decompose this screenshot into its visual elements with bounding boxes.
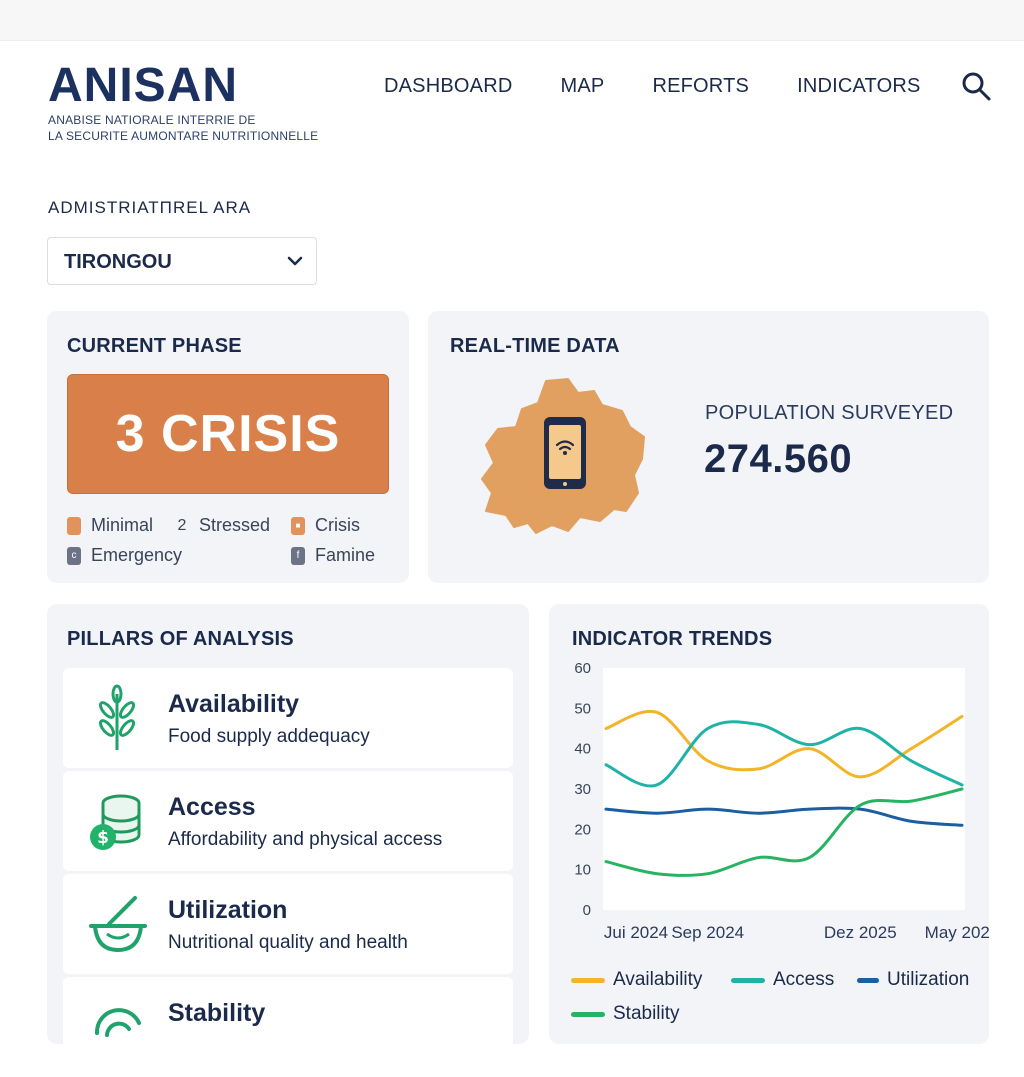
legend-access: Access xyxy=(731,969,834,991)
phase-indicator: 3 CRISIS xyxy=(67,374,389,494)
realtime-data-title: REAL-TIME DATA xyxy=(450,335,620,357)
bowl-icon xyxy=(89,896,147,953)
x-tick-label: Dez 2025 xyxy=(824,923,897,942)
phase-legend-crisis: ■ Crisis xyxy=(291,515,360,536)
pillar-name: Access xyxy=(168,793,256,821)
y-tick-label: 30 xyxy=(574,781,591,798)
nav-indicators[interactable]: INDICATORS xyxy=(797,75,921,98)
logo-subtitle-line-2: LA SECURITE AUMONTARE NUTRITIONNELLE xyxy=(48,129,319,143)
legend-swatch xyxy=(571,977,605,983)
x-tick-label: Sep 2024 xyxy=(671,923,744,942)
phase-swatch-emergency: c xyxy=(67,546,81,565)
y-tick-label: 60 xyxy=(574,660,591,677)
legend-label: Availability xyxy=(613,969,703,990)
browser-top-strip xyxy=(0,0,1024,41)
svg-text:$: $ xyxy=(97,828,109,848)
population-label: POPULATION SURVEYED xyxy=(705,402,954,424)
pillar-name: Availability xyxy=(168,690,300,718)
nav-reports[interactable]: REFORTS xyxy=(652,75,749,98)
pillar-availability[interactable]: Availability Food supply addequacy xyxy=(63,668,513,768)
population-value: 274.560 xyxy=(704,437,853,481)
indicator-trends-chart: 0 10 20 30 40 50 60 Jui 2024 Sep 2024 Dez 2025 May… xyxy=(574,660,989,942)
y-tick-label: 0 xyxy=(583,902,591,919)
legend-stability: Stability xyxy=(571,1003,680,1025)
legend-swatch xyxy=(571,1011,605,1017)
chevron-down-icon xyxy=(287,256,303,266)
pillar-access[interactable]: $ Access Affordability and physical acce… xyxy=(63,771,513,871)
phase-marker-stressed: 2 xyxy=(177,516,187,534)
legend-label: Access xyxy=(773,969,835,990)
logo-subtitle-line-1: ANABISE NATIORALE INTERRIE DE xyxy=(48,113,256,127)
plant-icon xyxy=(98,684,136,750)
admin-area-label: ADMISTRIATΠREL ARA xyxy=(48,198,252,217)
pillar-description: Food supply addequacy xyxy=(168,726,370,747)
current-phase-title: CURRENT PHASE xyxy=(67,335,242,357)
realtime-data-card: REAL-TIME DATA POPULATION SURVEYED 274.5… xyxy=(428,311,989,583)
phase-swatch-famine: f xyxy=(291,546,305,565)
stability-icon xyxy=(94,1008,141,1037)
phase-legend-label: Stressed xyxy=(199,515,271,535)
nav-dashboard[interactable]: DASHBOARD xyxy=(384,75,513,98)
phase-legend-label: Famine xyxy=(315,545,376,565)
chart-title: INDICATOR TRENDS xyxy=(572,628,773,650)
legend-label: Stability xyxy=(613,1003,680,1024)
logo-title: ANISAN xyxy=(48,59,239,112)
main-nav: DASHBOARD MAP REFORTS INDICATORS xyxy=(384,74,969,98)
phase-swatch-minimal xyxy=(67,516,81,535)
phase-legend-stressed: 2 Stressed xyxy=(175,515,271,536)
y-tick-label: 40 xyxy=(574,741,591,758)
phase-legend-emergency: c Emergency xyxy=(67,545,182,566)
x-tick-label: May 2025 xyxy=(925,923,989,942)
coins-icon: $ xyxy=(90,794,141,850)
phase-legend-label: Emergency xyxy=(91,545,183,565)
pillars-card: PILLARS OF ANALYSIS Availability Food su… xyxy=(47,604,529,1077)
admin-area-select[interactable]: TIRONGOU xyxy=(47,237,317,285)
phase-legend-minimal: Minimal xyxy=(67,515,153,536)
phase-legend-label: Crisis xyxy=(315,515,360,535)
pillar-name: Utilization xyxy=(168,896,288,924)
region-map-phone-icon xyxy=(481,378,645,534)
phase-value: 3 CRISIS xyxy=(115,405,341,463)
legend-label: Utilization xyxy=(887,969,970,990)
site-logo[interactable]: ANISAN ANABISE NATIORALE INTERRIE DE LA … xyxy=(48,60,318,144)
pillar-stability[interactable]: Stability xyxy=(63,977,513,1077)
pillar-utilization[interactable]: Utilization Nutritional quality and heal… xyxy=(63,874,513,974)
y-tick-label: 20 xyxy=(574,821,591,838)
search-icon[interactable] xyxy=(961,71,991,101)
admin-area-selected: TIRONGOU xyxy=(64,251,172,273)
nav-map[interactable]: MAP xyxy=(561,75,605,98)
phase-legend-label: Minimal xyxy=(91,515,154,535)
y-tick-label: 50 xyxy=(574,700,591,717)
pillars-title: PILLARS OF ANALYSIS xyxy=(67,628,294,650)
pillar-description: Nutritional quality and health xyxy=(168,932,408,953)
legend-availability: Availability xyxy=(571,969,702,991)
pillar-description: Affordability and physical access xyxy=(168,829,443,850)
x-tick-label: Jui 2024 xyxy=(604,923,668,942)
legend-swatch xyxy=(857,977,879,983)
phase-swatch-crisis: ■ xyxy=(291,516,305,535)
legend-utilization: Utilization xyxy=(857,969,969,991)
phase-legend-famine: f Famine xyxy=(291,545,375,566)
current-phase-card: CURRENT PHASE 3 CRISIS Minimal 2 Stresse… xyxy=(47,311,409,583)
legend-swatch xyxy=(731,977,765,983)
y-tick-label: 10 xyxy=(574,862,591,879)
